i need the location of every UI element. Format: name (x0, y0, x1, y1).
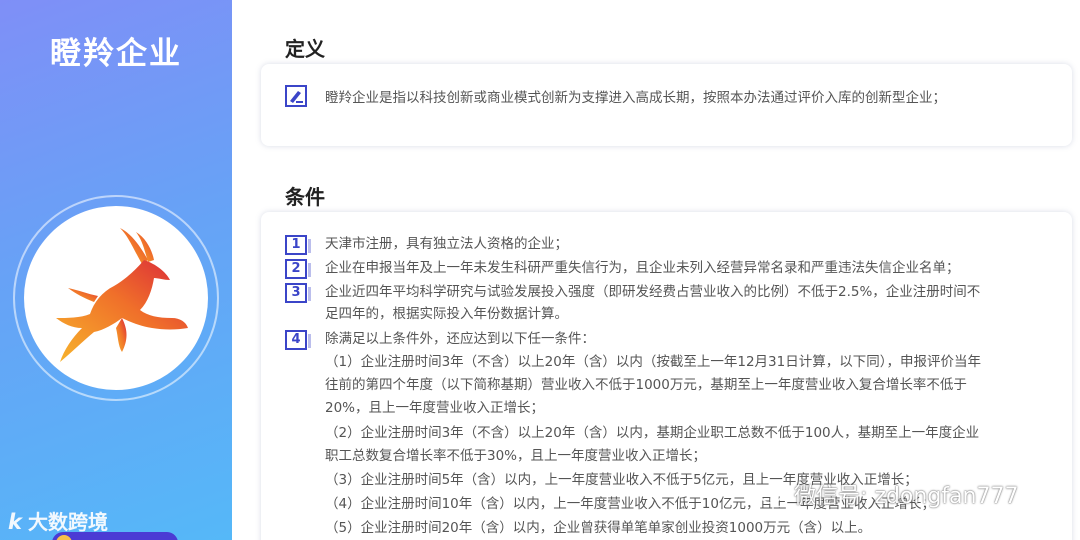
watermark-text: 微信号: zdongfan777 (794, 484, 1019, 509)
condition-text-4: 除满足以上条件外，还应达到以下任一条件： (325, 331, 595, 347)
sub-condition-line: 职工总数复合增长率不低于30%，且上一年度营业收入正增长； (325, 448, 707, 464)
condition-text-1: 天津市注册，具有独立法人资格的企业； (325, 236, 568, 252)
wechat-icon (760, 486, 788, 508)
condition-number-1: 1 (285, 235, 311, 255)
conditions-heading: 条件 (285, 185, 325, 209)
condition-number-2: 2 (285, 259, 311, 279)
gazelle-logo (24, 206, 208, 390)
source-badge (52, 532, 178, 540)
definition-heading: 定义 (285, 37, 325, 61)
condition-number-4: 4 (285, 330, 311, 350)
sub-condition-line: （1）企业注册时间3年（不含）以上20年（含）以内（按截至上一年12月31日计算… (325, 354, 981, 370)
brand-title: 瞪羚企业 (50, 36, 182, 72)
sub-condition-line: （5）企业注册时间20年（含）以内，企业曾获得单笔单家创业投资1000万元（含）… (325, 520, 872, 536)
wechat-watermark: 微信号: zdongfan777 (760, 478, 1018, 510)
source-logo-icon: k (8, 510, 22, 534)
condition-text-3-line-2: 足四年的，根据实际投入年份数据计算。 (325, 306, 568, 322)
left-banner: 瞪羚企业 k 大数跨境 (0, 0, 232, 540)
source-watermark: k 大数跨境 (8, 506, 108, 535)
sub-condition-line: 往前的第四个年度（以下简称基期）营业收入不低于1000万元，基期至上一年度营业收… (325, 377, 967, 393)
condition-text-2: 企业在申报当年及上一年未发生科研严重失信行为，且企业未列入经营异常名录和严重违法… (325, 260, 960, 276)
condition-text-3-line-1: 企业近四年平均科学研究与试验发展投入强度（即研发经费占营业收入的比例）不低于2.… (325, 284, 981, 300)
definition-text: 瞪羚企业是指以科技创新或商业模式创新为支撑进入高成长期，按照本办法通过评价入库的… (325, 90, 946, 106)
condition-number-3: 3 (285, 283, 311, 303)
source-watermark-text: 大数跨境 (27, 510, 108, 534)
document-edit-icon (285, 85, 307, 107)
sub-condition-line: （2）企业注册时间3年（不含）以上20年（含）以内，基期企业职工总数不低于100… (325, 425, 980, 441)
gazelle-icon (56, 228, 188, 362)
sub-condition-line: 20%，且上一年度营业收入正增长； (325, 400, 545, 416)
